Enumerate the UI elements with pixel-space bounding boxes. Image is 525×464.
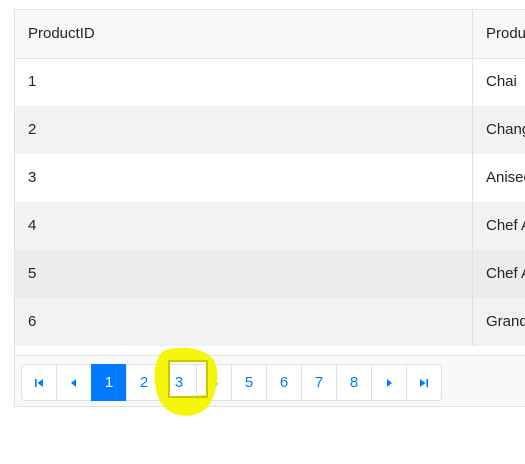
column-header-productid[interactable]: ProductID (15, 10, 472, 58)
page-button-3[interactable]: 3 (161, 364, 197, 401)
first-page-button[interactable] (21, 364, 57, 401)
column-header-productname[interactable]: Produ (472, 10, 525, 58)
page-button-8[interactable]: 8 (336, 364, 372, 401)
cell-productid: 6 (28, 313, 37, 330)
cell-productname: Anised (472, 154, 525, 202)
pager: 1 2 3 4 5 6 7 8 (21, 364, 442, 401)
last-page-button[interactable] (406, 364, 442, 401)
page-button-7[interactable]: 7 (301, 364, 337, 401)
table-row[interactable]: 5 Chef A (15, 250, 525, 298)
grid-header: ProductID Produ (15, 10, 525, 59)
cell-productname: Chang (472, 106, 525, 154)
table-row[interactable]: 3 Anised (15, 154, 525, 202)
table-row[interactable]: 1 Chai (15, 58, 525, 106)
cell-productname: Chef A (472, 202, 525, 250)
page-button-5[interactable]: 5 (231, 364, 267, 401)
last-page-icon (420, 378, 428, 387)
cell-productname: Chef A (472, 250, 525, 298)
cell-productid: 3 (28, 169, 37, 186)
previous-page-icon (71, 378, 76, 387)
page-button-2[interactable]: 2 (126, 364, 162, 401)
page-button-1[interactable]: 1 (91, 364, 127, 401)
products-grid: ProductID Produ 1 Chai 2 Chang 3 Anised … (14, 9, 525, 407)
table-row[interactable]: 6 Grand (15, 298, 525, 346)
page-button-6[interactable]: 6 (266, 364, 302, 401)
cell-productid: 1 (28, 73, 37, 90)
pager-bar: 1 2 3 4 5 6 7 8 (15, 355, 525, 406)
next-page-button[interactable] (371, 364, 407, 401)
table-row[interactable]: 2 Chang (15, 106, 525, 154)
page-button-4[interactable]: 4 (196, 364, 232, 401)
cell-productname: Chai (472, 58, 525, 106)
cell-productname: Grand (472, 298, 525, 346)
table-row[interactable]: 4 Chef A (15, 202, 525, 250)
cell-productid: 2 (28, 121, 37, 138)
first-page-icon (35, 378, 43, 387)
cell-productid: 5 (28, 265, 37, 282)
next-page-icon (387, 378, 392, 387)
cell-productid: 4 (28, 217, 37, 234)
previous-page-button[interactable] (56, 364, 92, 401)
